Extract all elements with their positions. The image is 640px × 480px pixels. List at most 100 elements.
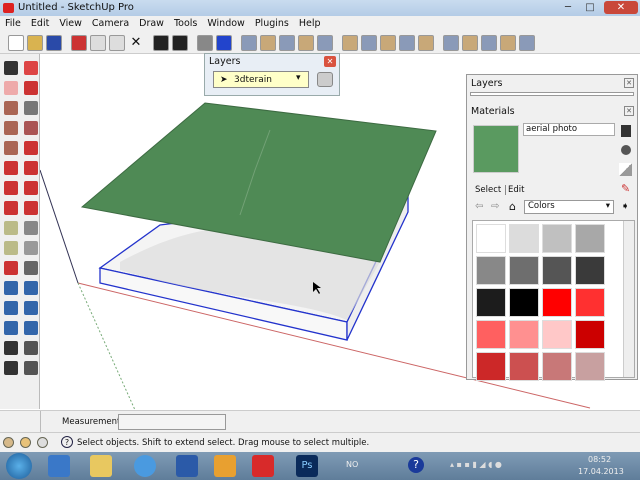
model-info-icon[interactable] <box>216 34 232 51</box>
color-swatch[interactable] <box>575 288 605 317</box>
walk-tool-icon[interactable] <box>4 361 18 375</box>
layer-manager-icon[interactable] <box>317 72 333 87</box>
zoom-tool-icon[interactable] <box>4 301 18 315</box>
material-name-field[interactable]: aerial photo <box>523 123 615 136</box>
pan-tool-icon[interactable] <box>24 281 38 295</box>
print-icon[interactable] <box>197 34 213 51</box>
color-swatch[interactable] <box>542 224 572 253</box>
share-icon[interactable] <box>481 34 497 51</box>
front-view-icon[interactable] <box>260 34 276 51</box>
outlook-taskbar-icon[interactable] <box>214 455 236 477</box>
photoshop-taskbar-icon[interactable]: Ps <box>296 455 318 477</box>
menu-plugins[interactable]: Plugins <box>250 16 294 32</box>
help-icon[interactable]: ? <box>61 436 73 448</box>
menu-window[interactable]: Window <box>202 16 249 32</box>
menu-edit[interactable]: Edit <box>26 16 54 32</box>
color-swatch[interactable] <box>476 256 506 285</box>
protractor-tool-icon[interactable] <box>4 241 18 255</box>
top-view-icon[interactable] <box>279 34 295 51</box>
color-swatch[interactable] <box>575 224 605 253</box>
xray-icon[interactable] <box>342 34 358 51</box>
geolocation-icon[interactable] <box>3 437 14 448</box>
help-tray-icon[interactable]: ? <box>408 457 424 473</box>
back-view-icon[interactable] <box>317 34 333 51</box>
copy-icon[interactable] <box>90 34 106 51</box>
offset-tool-icon[interactable] <box>24 141 38 155</box>
axes-tool-icon[interactable] <box>4 261 18 275</box>
erase-icon[interactable]: ✕ <box>128 35 144 51</box>
undo-icon[interactable] <box>153 34 169 51</box>
color-swatch[interactable] <box>476 288 506 317</box>
paste-icon[interactable] <box>109 34 125 51</box>
iso-view-icon[interactable] <box>241 34 257 51</box>
color-swatch[interactable] <box>542 352 572 381</box>
textured-icon[interactable] <box>418 34 434 51</box>
zoom-window-tool-icon[interactable] <box>24 301 38 315</box>
save-icon[interactable] <box>46 34 62 51</box>
user-icon[interactable] <box>37 437 48 448</box>
home-icon[interactable]: ⌂ <box>509 200 516 213</box>
orbit-tool-icon[interactable] <box>4 281 18 295</box>
close-icon[interactable]: ✕ <box>624 78 634 88</box>
position-camera-tool-icon[interactable] <box>4 341 18 355</box>
menu-draw[interactable]: Draw <box>134 16 169 32</box>
forward-arrow-icon[interactable]: ⇨ <box>491 201 499 212</box>
color-swatch[interactable] <box>476 224 506 253</box>
shaded-icon[interactable] <box>399 34 415 51</box>
aerial-photo-plane[interactable] <box>80 102 437 263</box>
system-tray-icons[interactable]: ▴ ▪ ▪ ▮ ◢ ◖ ● <box>450 460 570 470</box>
look-around-tool-icon[interactable] <box>24 341 38 355</box>
color-swatch[interactable] <box>509 224 539 253</box>
component-icon[interactable] <box>500 34 516 51</box>
close-icon[interactable]: ✕ <box>624 106 634 116</box>
warehouse-icon[interactable] <box>462 34 478 51</box>
color-swatch[interactable] <box>542 256 572 285</box>
library-select[interactable]: Colors ▾ <box>524 200 614 214</box>
color-swatch[interactable] <box>509 352 539 381</box>
extension-icon[interactable] <box>519 34 535 51</box>
color-swatch[interactable] <box>542 288 572 317</box>
close-button[interactable]: ✕ <box>604 1 638 14</box>
start-button[interactable] <box>6 453 32 479</box>
pencil-tool-icon[interactable] <box>24 81 38 95</box>
select-tool-icon[interactable] <box>4 61 18 75</box>
maximize-button[interactable]: □ <box>580 1 600 14</box>
color-swatch[interactable] <box>509 256 539 285</box>
freehand-tool-icon[interactable] <box>24 121 38 135</box>
minimize-button[interactable]: ─ <box>558 1 578 14</box>
monochrome-icon[interactable] <box>443 34 459 51</box>
paint-tool-icon[interactable] <box>24 61 38 75</box>
wireframe-icon[interactable] <box>361 34 377 51</box>
circle-tool-icon[interactable] <box>4 121 18 135</box>
scrollbar[interactable] <box>623 221 634 377</box>
tape-measure-tool-icon[interactable] <box>4 221 18 235</box>
word-taskbar-icon[interactable] <box>176 455 198 477</box>
menu-file[interactable]: File <box>0 16 26 32</box>
intersect-tool-icon[interactable] <box>24 201 38 215</box>
scale-tool-icon[interactable] <box>4 201 18 215</box>
text-tool-icon[interactable] <box>24 241 38 255</box>
clock-time[interactable]: 08:52 <box>588 455 611 464</box>
language-indicator[interactable]: NO <box>346 460 358 469</box>
color-swatch[interactable] <box>575 352 605 381</box>
color-swatch[interactable] <box>476 352 506 381</box>
side-view-icon[interactable] <box>298 34 314 51</box>
polygon-tool-icon[interactable] <box>4 141 18 155</box>
close-icon[interactable]: ✕ <box>324 56 336 67</box>
color-swatch[interactable] <box>509 288 539 317</box>
move-tool-icon[interactable] <box>4 161 18 175</box>
open-icon[interactable] <box>27 34 43 51</box>
create-material-icon[interactable] <box>621 125 631 137</box>
back-arrow-icon[interactable]: ⇦ <box>475 201 483 212</box>
tab-select[interactable]: Select <box>475 185 501 195</box>
zoom-extents-tool-icon[interactable] <box>4 321 18 335</box>
tab-edit[interactable]: Edit <box>505 185 524 195</box>
eraser-tool-icon[interactable] <box>4 81 18 95</box>
internet-explorer-taskbar-icon[interactable] <box>134 455 156 477</box>
color-swatch[interactable] <box>476 320 506 349</box>
credits-icon[interactable] <box>20 437 31 448</box>
redo-icon[interactable] <box>172 34 188 51</box>
follow-me-tool-icon[interactable] <box>24 181 38 195</box>
push-pull-tool-icon[interactable] <box>24 161 38 175</box>
dimension-tool-icon[interactable] <box>24 221 38 235</box>
